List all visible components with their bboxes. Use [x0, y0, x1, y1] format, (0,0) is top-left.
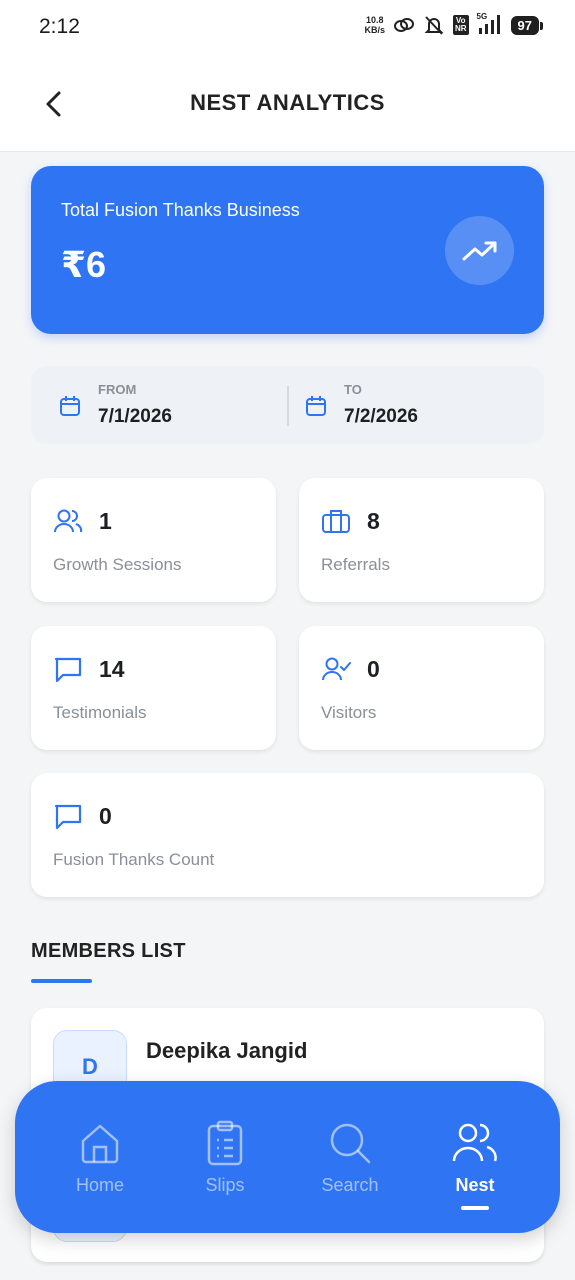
- visitors-label: Visitors: [321, 703, 377, 722]
- calendar-icon: [306, 396, 326, 416]
- nav-label-home: Home: [75, 1175, 124, 1195]
- users-icon: [452, 1119, 498, 1167]
- members-list-title: MEMBERS LIST: [31, 940, 186, 962]
- active-tab-indicator: [461, 1206, 489, 1210]
- referrals-label: Referrals: [321, 555, 390, 574]
- stat-card-testimonials[interactable]: 14 Testimonials: [31, 626, 276, 750]
- volte-badge: Vo NR: [452, 15, 469, 35]
- status-time: 2:12: [39, 15, 80, 38]
- visitors-value: 0: [367, 656, 380, 682]
- trending-up-icon: [445, 216, 514, 285]
- link-icon: [393, 18, 414, 32]
- nav-item-search[interactable]: Search: [290, 1081, 410, 1233]
- stat-card-growth-sessions[interactable]: 1 Growth Sessions: [31, 478, 276, 602]
- briefcase-icon: [322, 510, 350, 533]
- fusion-thanks-count-label: Fusion Thanks Count: [53, 850, 215, 869]
- search-icon: [328, 1119, 372, 1167]
- nav-label-search: Search: [321, 1175, 379, 1195]
- message-icon: [54, 657, 82, 683]
- home-icon: [78, 1119, 122, 1167]
- nav-item-home[interactable]: Home: [40, 1081, 160, 1233]
- mute-bell-icon: [424, 16, 444, 35]
- status-icons: 10.8 KB/s Vo NR 5G 97: [364, 12, 544, 36]
- total-business-card: Total Fusion Thanks Business ₹6: [31, 166, 544, 334]
- referrals-value: 8: [367, 508, 380, 534]
- fusion-thanks-count-value: 0: [99, 803, 112, 829]
- app-header: NEST ANALYTICS: [0, 56, 575, 152]
- calendar-icon: [60, 396, 80, 416]
- users-icon: [54, 509, 83, 533]
- to-value: 7/2/2026: [344, 406, 418, 427]
- message-icon: [54, 804, 82, 830]
- battery-indicator: 97: [510, 15, 544, 35]
- from-label: FROM: [98, 382, 137, 397]
- stat-card-visitors[interactable]: 0 Visitors: [299, 626, 544, 750]
- from-value: 7/1/2026: [98, 406, 172, 427]
- stat-card-fusion-thanks-count[interactable]: 0 Fusion Thanks Count: [31, 773, 544, 897]
- signal-icon: 5G: [477, 12, 503, 36]
- nav-label-nest: Nest: [455, 1175, 495, 1195]
- section-underline: [31, 979, 92, 983]
- growth-sessions-value: 1: [99, 508, 112, 534]
- network-speed: 10.8 KB/s: [364, 15, 385, 35]
- total-business-label: Total Fusion Thanks Business: [61, 200, 300, 220]
- clipboard-icon: [205, 1119, 245, 1167]
- date-divider: [287, 386, 289, 426]
- bottom-navigation: Home Slips Search Nest: [15, 1081, 560, 1233]
- user-check-icon: [322, 657, 351, 681]
- member-name: Deepika Jangid: [146, 1038, 308, 1063]
- testimonials-label: Testimonials: [53, 703, 147, 722]
- growth-sessions-label: Growth Sessions: [53, 555, 182, 574]
- nav-label-slips: Slips: [205, 1175, 245, 1195]
- to-label: TO: [344, 382, 362, 397]
- date-range-selector: FROM 7/1/2026 TO 7/2/2026: [31, 366, 544, 444]
- nav-item-slips[interactable]: Slips: [165, 1081, 285, 1233]
- page-title: NEST ANALYTICS: [190, 90, 385, 115]
- status-bar: 2:12 10.8 KB/s Vo NR 5G 97: [0, 0, 575, 56]
- nav-item-nest[interactable]: Nest: [415, 1081, 535, 1233]
- total-business-value: ₹6: [61, 244, 107, 285]
- stat-card-referrals[interactable]: 8 Referrals: [299, 478, 544, 602]
- testimonials-value: 14: [99, 656, 125, 682]
